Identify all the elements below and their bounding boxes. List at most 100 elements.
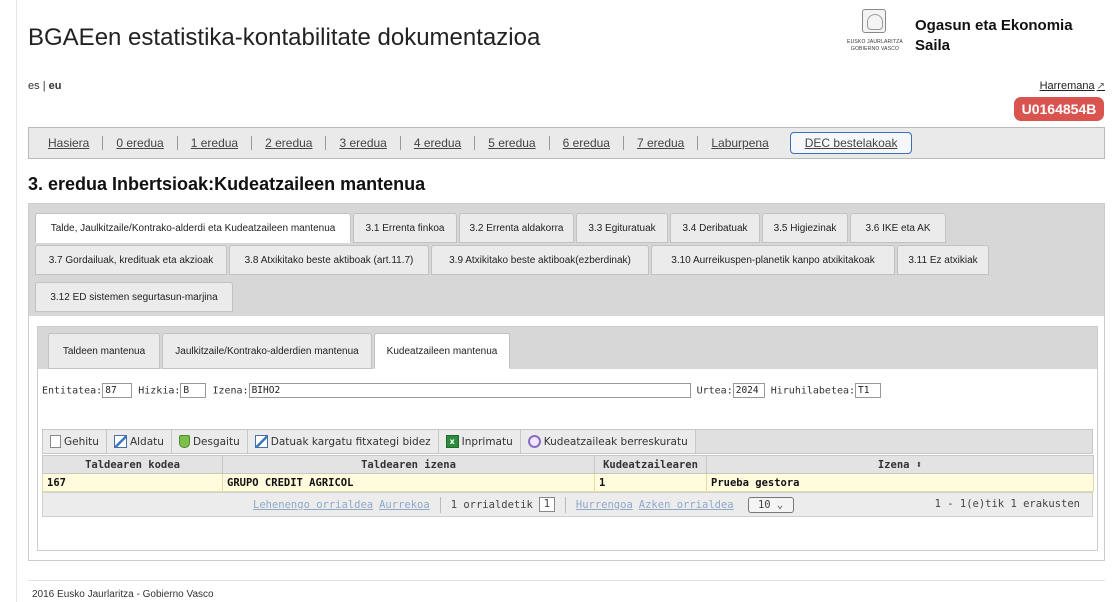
hizkia-label: Hizkia: xyxy=(138,385,181,397)
lang-eu-current: eu xyxy=(48,80,62,92)
aldatu-button[interactable]: Aldatu xyxy=(106,430,172,453)
logo-text-1: EUSKO JAURLARITZA xyxy=(847,39,903,45)
nav-eredua-5[interactable]: 5 eredua xyxy=(475,136,550,150)
tab-3-1[interactable]: 3.1 Errenta finkoa xyxy=(353,213,457,243)
nav-eredua-4[interactable]: 4 eredua xyxy=(401,136,476,150)
department-line-1: Ogasun eta Ekonomia xyxy=(915,17,1073,34)
user-badge[interactable]: U0164854B xyxy=(1014,97,1104,121)
language-switcher: es | eu xyxy=(28,80,61,92)
coat-of-arms-icon xyxy=(862,9,886,33)
pager-separator xyxy=(439,496,441,513)
sub-panel: Taldeen mantenua Jaulkitzaile/Kontrako-a… xyxy=(37,326,1098,551)
tab-3-12[interactable]: 3.12 ED sistemen segurtasun-marjina xyxy=(35,282,233,312)
gehitu-button[interactable]: Gehitu xyxy=(43,430,107,453)
page-input[interactable]: 1 xyxy=(538,497,555,512)
urtea-label: Urtea: xyxy=(696,385,733,397)
col-taldearen-kodea[interactable]: Taldearen kodea xyxy=(42,455,223,474)
footer-divider xyxy=(28,580,1105,581)
subtab-jaulkitzaile-mantenua[interactable]: Jaulkitzaile/Kontrako-alderdien mantenua xyxy=(162,333,372,369)
nav-eredua-3[interactable]: 3 eredua xyxy=(326,136,401,150)
cell-taldearen-kodea: 167 xyxy=(42,473,223,492)
hiruhilabetea-field: T1 xyxy=(855,383,882,398)
department-name: Ogasun eta Ekonomia Saila xyxy=(915,16,1073,56)
tab-3-8[interactable]: 3.8 Atxikitako beste aktiboak (art.11.7) xyxy=(229,245,429,275)
tab-talde-mantenua[interactable]: Talde, Jaulkitzaile/Kontrako-alderdi eta… xyxy=(35,213,351,243)
page-title: 3. eredua Inbertsioak:Kudeatzaileen mant… xyxy=(28,174,426,194)
col-izena-sorted[interactable]: Izena ⬍ xyxy=(706,455,1094,474)
external-link-icon: ↗ xyxy=(1096,81,1105,92)
urtea-field: 2024 xyxy=(732,383,765,398)
nav-eredua-7[interactable]: 7 eredua xyxy=(624,136,699,150)
nav-eredua-0[interactable]: 0 eredua xyxy=(103,136,178,150)
nav-eredua-6[interactable]: 6 eredua xyxy=(550,136,624,150)
table-header-row: Taldearen kodea Taldearen izena Kudeatza… xyxy=(42,455,1094,474)
lang-separator: | xyxy=(42,80,46,92)
gehitu-label: Gehitu xyxy=(64,435,99,448)
cell-taldearen-izena: GRUPO CREDIT AGRICOL xyxy=(222,473,595,492)
izena-label: Izena: xyxy=(212,385,249,397)
recover-icon xyxy=(527,435,541,448)
sub-tabbar: Taldeen mantenua Jaulkitzaile/Kontrako-a… xyxy=(38,327,1097,369)
section-panel: Talde, Jaulkitzaile/Kontrako-alderdi eta… xyxy=(28,203,1105,561)
page-size-select[interactable]: 10 ⌄ xyxy=(747,496,794,513)
tab-3-9[interactable]: 3.9 Atxikitako beste aktiboak(ezberdinak… xyxy=(431,245,649,275)
nav-eredua-1[interactable]: 1 eredua xyxy=(178,136,253,150)
col-taldearen-izena[interactable]: Taldearen izena xyxy=(222,455,595,474)
entitatea-label: Entitatea: xyxy=(42,385,103,397)
pager: Lehenengo orrialdea Aurrekoa 1 orrialdet… xyxy=(42,492,1093,517)
upload-edit-icon xyxy=(254,435,268,448)
subtab-taldeen-mantenua[interactable]: Taldeen mantenua xyxy=(48,333,160,369)
last-page-link[interactable]: Azken orrialdea xyxy=(639,499,734,511)
cell-izena: Prueba gestora xyxy=(706,473,1094,492)
edit-icon xyxy=(113,435,127,448)
inprimatu-button[interactable]: x Inprimatu xyxy=(438,430,521,453)
pager-controls: Lehenengo orrialdea Aurrekoa 1 orrialdet… xyxy=(253,493,794,516)
page-label: 1 orrialdetik xyxy=(450,498,533,511)
department-line-2: Saila xyxy=(915,37,951,54)
cell-kudeatzailearen: 1 xyxy=(594,473,707,492)
hizkia-field: B xyxy=(180,383,207,398)
kudeatzaile-table: Taldearen kodea Taldearen izena Kudeatza… xyxy=(42,455,1094,492)
lang-es-link[interactable]: es xyxy=(28,80,40,92)
logo-text-2: GOBIERNO VASCO xyxy=(850,46,900,52)
nav-hasiera[interactable]: Hasiera xyxy=(35,136,104,150)
tab-3-2[interactable]: 3.2 Errenta aldakorra xyxy=(459,213,574,243)
desgaitu-label: Desgaitu xyxy=(192,435,240,448)
pager-separator xyxy=(564,496,566,513)
tab-3-7[interactable]: 3.7 Gordailuak, kredituak eta akzioak xyxy=(35,245,227,275)
subtab-kudeatzaileen-mantenua[interactable]: Kudeatzaileen mantenua xyxy=(374,333,510,369)
excel-icon: x xyxy=(445,435,459,448)
kargatu-label: Datuak kargatu fitxategi bidez xyxy=(270,435,431,448)
next-page-link[interactable]: Hurrengoa xyxy=(576,499,633,511)
app-title: BGAEen estatistika-kontabilitate dokumen… xyxy=(28,24,541,51)
tab-3-4[interactable]: 3.4 Deribatuak xyxy=(670,213,760,243)
footer-text: 2016 Eusko Jaurlaritza - Gobierno Vasco xyxy=(32,589,214,600)
prev-page-link[interactable]: Aurrekoa xyxy=(379,499,430,511)
izena-field: BIHO2 xyxy=(248,383,691,398)
filter-bar: Entitatea: 87 Hizkia: B Izena: BIHO2 Urtea:… xyxy=(42,383,882,398)
new-document-icon xyxy=(50,435,61,448)
section-tabbar: Talde, Jaulkitzaile/Kontrako-alderdi eta… xyxy=(29,204,1104,316)
berreskuratu-button[interactable]: Kudeatzaileak berreskuratu xyxy=(520,430,696,453)
trash-icon xyxy=(178,435,190,448)
nav-laburpena[interactable]: Laburpena xyxy=(698,136,781,150)
first-page-link[interactable]: Lehenengo orrialdea xyxy=(253,499,373,511)
tab-3-6[interactable]: 3.6 IKE eta AK xyxy=(850,213,946,243)
tab-3-10[interactable]: 3.10 Aurreikuspen-planetik kanpo atxikit… xyxy=(651,245,895,275)
tab-3-11[interactable]: 3.11 Ez atxikiak xyxy=(897,245,989,275)
inprimatu-label: Inprimatu xyxy=(461,435,513,448)
aldatu-label: Aldatu xyxy=(129,435,164,448)
desgaitu-button[interactable]: Desgaitu xyxy=(171,430,248,453)
col-kudeatzailearen[interactable]: Kudeatzailearen xyxy=(594,455,707,474)
nav-eredua-2[interactable]: 2 eredua xyxy=(252,136,327,150)
hiruhilabetea-label: Hiruhilabetea: xyxy=(770,385,856,397)
table-row[interactable]: 167 GRUPO CREDIT AGRICOL 1 Prueba gestor… xyxy=(42,473,1094,492)
nav-dec-bestelakoak[interactable]: DEC bestelakoak xyxy=(789,132,913,154)
contact-link[interactable]: Harremana ↗ xyxy=(1040,80,1105,92)
main-nav: Hasiera 0 eredua 1 eredua 2 eredua 3 ere… xyxy=(28,127,1105,159)
tab-3-5[interactable]: 3.5 Higiezinak xyxy=(762,213,848,243)
tab-3-3[interactable]: 3.3 Egituratuak xyxy=(576,213,668,243)
kargatu-button[interactable]: Datuak kargatu fitxategi bidez xyxy=(247,430,439,453)
government-logo: EUSKO JAURLARITZA GOBIERNO VASCO xyxy=(844,8,906,58)
records-info: 1 - 1(e)tik 1 erakusten xyxy=(934,498,1080,510)
